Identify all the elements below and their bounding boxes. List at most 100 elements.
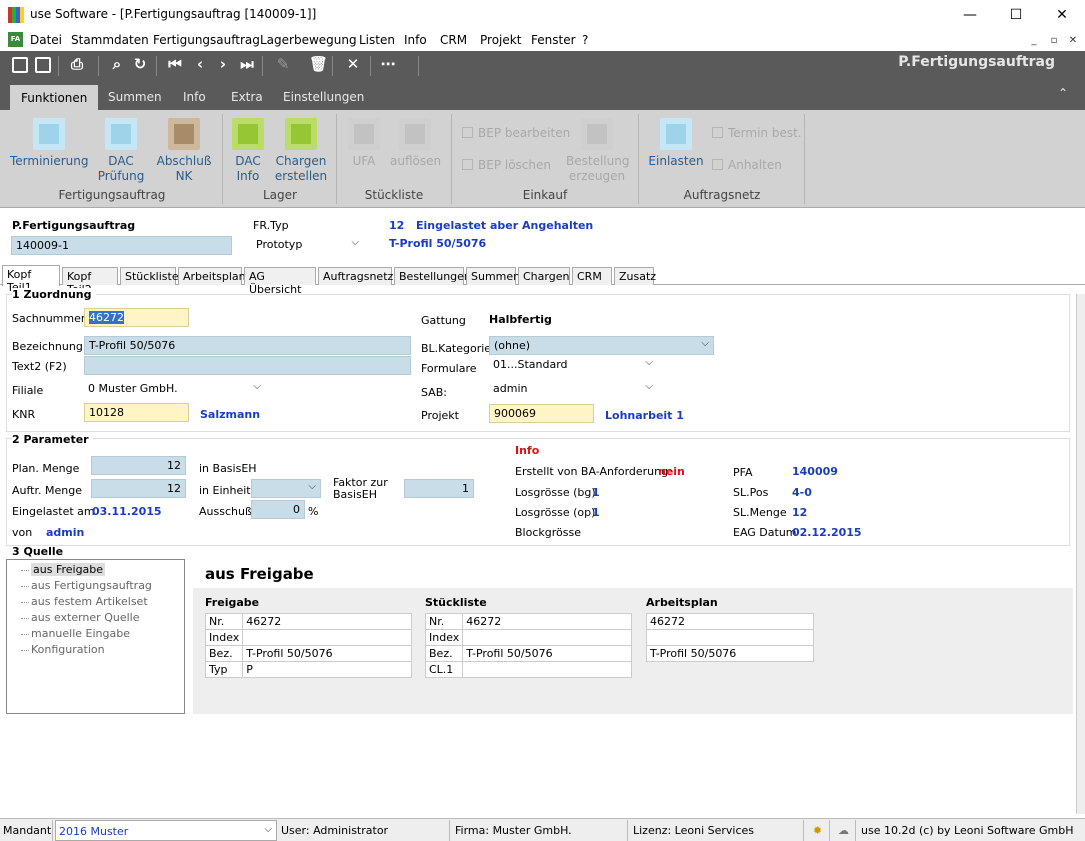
- tab-kopf-teil2[interactable]: Kopf Teil2: [62, 267, 118, 296]
- bep-loeschen-button[interactable]: BEP löschen: [462, 158, 551, 172]
- menu-fenster[interactable]: Fenster: [531, 33, 576, 47]
- ribbon-tab-extra[interactable]: Extra: [231, 90, 263, 104]
- menu-fertigungsauftrag[interactable]: Fertigungsauftrag: [153, 33, 260, 47]
- termin-best-button[interactable]: Termin best.: [712, 126, 802, 140]
- faktor-label: Faktor zur BasisEH: [333, 476, 388, 501]
- tree-item-freigabe[interactable]: aus Freigabe: [7, 562, 184, 578]
- knr-input[interactable]: 10128: [84, 403, 189, 422]
- first-record-icon[interactable]: ⏮: [166, 55, 184, 73]
- sun-icon[interactable]: ✹: [806, 820, 830, 841]
- tab-kopf-teil1[interactable]: Kopf Teil1: [2, 265, 60, 294]
- tree-item-konfiguration[interactable]: Konfiguration: [7, 642, 184, 658]
- formulare-select[interactable]: 01...Standard ⌵: [489, 356, 657, 375]
- tab-arbeitsplan[interactable]: Arbeitsplan: [178, 267, 246, 285]
- menu-lagerbewegung[interactable]: Lagerbewegung: [260, 33, 357, 47]
- minimize-button[interactable]: —: [947, 0, 993, 30]
- blkategorie-select[interactable]: (ohne) ⌵: [489, 336, 714, 355]
- faktor-input[interactable]: 1: [404, 479, 474, 498]
- einheit-select[interactable]: ⌵: [251, 479, 321, 498]
- menu-info[interactable]: Info: [404, 33, 427, 47]
- tab-ag-uebersicht[interactable]: AG Übersicht: [244, 267, 316, 296]
- tab-zusatz[interactable]: Zusatz: [614, 267, 656, 285]
- ribbon-tab-info[interactable]: Info: [183, 90, 206, 104]
- dac-pruefung-button[interactable]: DAC Prüfung: [94, 118, 148, 184]
- tree-item-fertigungsauftrag[interactable]: aus Fertigungsauftrag: [7, 578, 184, 594]
- bestellung-erzeugen-button[interactable]: Bestellung erzeugen: [566, 118, 629, 184]
- tab-crm[interactable]: CRM: [572, 267, 612, 285]
- search-icon[interactable]: ⌕: [108, 55, 126, 73]
- menu-stammdaten[interactable]: Stammdaten: [71, 33, 149, 47]
- sab-select[interactable]: admin ⌵: [489, 380, 657, 399]
- filiale-select[interactable]: 0 Muster GmbH. ⌵: [84, 380, 265, 399]
- menu-listen[interactable]: Listen: [359, 33, 395, 47]
- ribbon-separator: [804, 114, 805, 204]
- bep-bearbeiten-button[interactable]: BEP bearbeiten: [462, 126, 570, 140]
- prev-record-icon[interactable]: ‹: [191, 55, 209, 73]
- cloud-icon[interactable]: ☁: [832, 820, 856, 841]
- frtyp-select[interactable]: Prototyp ⌵: [252, 236, 363, 255]
- einlasten-button[interactable]: Einlasten: [648, 118, 704, 169]
- anhalten-button[interactable]: Anhalten: [712, 158, 782, 172]
- menu-projekt[interactable]: Projekt: [480, 33, 521, 47]
- tab-summen[interactable]: Summen: [466, 267, 520, 285]
- cancel-icon[interactable]: ✕: [344, 55, 362, 73]
- ribbon-tab-summen[interactable]: Summen: [108, 90, 162, 104]
- eag-label: EAG Datum: [733, 526, 797, 539]
- slpos-label: SL.Pos: [733, 486, 769, 499]
- refresh-icon[interactable]: ↻: [131, 55, 149, 73]
- mdi-minimize-icon[interactable]: _: [1026, 34, 1042, 48]
- auftr-menge-input[interactable]: 12: [91, 479, 186, 498]
- dac-info-button[interactable]: DAC Info: [228, 118, 268, 184]
- projekt-input[interactable]: 900069: [489, 404, 594, 423]
- losgroesse-bg-value: 1: [592, 486, 600, 499]
- close-button[interactable]: ✕: [1039, 0, 1085, 30]
- tree-item-artikelset[interactable]: aus festem Artikelset: [7, 594, 184, 610]
- freigabe-table: Nr. 46272 Index Bez. T-Profil 50/5076 Typ P: [204, 613, 412, 678]
- delete-icon[interactable]: 🗑: [309, 55, 328, 73]
- more-icon[interactable]: ⋯: [379, 55, 397, 73]
- quelle-panel: aus Freigabe Freigabe Nr. 46272 Index Bez…: [193, 552, 1073, 714]
- tab-auftragsnetz[interactable]: Auftragsnetz: [318, 267, 393, 285]
- tab-chargen[interactable]: Chargen: [518, 267, 570, 285]
- text2-input[interactable]: [84, 356, 411, 375]
- edit-icon[interactable]: ✎: [274, 55, 292, 73]
- new-icon[interactable]: [12, 57, 28, 73]
- terminierung-button[interactable]: Terminierung: [10, 118, 89, 169]
- ausschuss-input[interactable]: 0: [251, 500, 305, 519]
- pfa-field[interactable]: 140009-1: [11, 236, 232, 255]
- maximize-button[interactable]: ☐: [993, 0, 1039, 30]
- vertical-scrollbar[interactable]: [1076, 294, 1085, 814]
- plan-menge-input[interactable]: 12: [91, 456, 186, 475]
- tab-strip: Kopf Teil1 Kopf Teil2 Stückliste Arbeits…: [0, 265, 1085, 296]
- menu-datei[interactable]: Datei: [30, 33, 62, 47]
- next-record-icon[interactable]: ›: [214, 55, 232, 73]
- chargen-erstellen-button[interactable]: Chargen erstellen: [272, 118, 330, 184]
- mandant-label: Mandant: [0, 820, 53, 841]
- menu-crm[interactable]: CRM: [440, 33, 467, 47]
- ribbon-tab-funktionen[interactable]: Funktionen: [10, 85, 99, 110]
- tab-bestellungen[interactable]: Bestellungen: [394, 267, 471, 285]
- mdi-restore-icon[interactable]: ▫: [1046, 34, 1062, 48]
- formulare-label: Formulare: [421, 362, 477, 375]
- bezeichnung-input[interactable]: T-Profil 50/5076: [84, 336, 411, 355]
- fa-badge-icon[interactable]: FA: [8, 32, 23, 47]
- sachnummer-input[interactable]: 46272: [84, 308, 189, 327]
- slmenge-label: SL.Menge: [733, 506, 787, 519]
- mdi-close-icon[interactable]: ✕: [1065, 34, 1081, 48]
- ufa-button[interactable]: UFA: [344, 118, 384, 169]
- save-icon[interactable]: [35, 57, 51, 73]
- collapse-ribbon-icon[interactable]: ⌃: [1058, 86, 1068, 100]
- abschluss-nk-button[interactable]: Abschluß NK: [154, 118, 214, 184]
- freigabe-title: Freigabe: [205, 596, 260, 609]
- mandant-select[interactable]: 2016 Muster ⌵: [55, 820, 277, 841]
- von-value: admin: [46, 526, 85, 539]
- tree-item-externe-quelle[interactable]: aus externer Quelle: [7, 610, 184, 626]
- menu-help[interactable]: ?: [582, 33, 588, 47]
- print-icon[interactable]: ⎙: [68, 55, 86, 73]
- tab-stueckliste[interactable]: Stückliste: [120, 267, 179, 285]
- aufloesen-button[interactable]: auflösen: [390, 118, 441, 169]
- arbeitsplan-title: Arbeitsplan: [646, 596, 718, 609]
- last-record-icon[interactable]: ⏭: [238, 55, 256, 73]
- tree-item-manuelle-eingabe[interactable]: manuelle Eingabe: [7, 626, 184, 642]
- ribbon-tab-einstellungen[interactable]: Einstellungen: [283, 90, 364, 104]
